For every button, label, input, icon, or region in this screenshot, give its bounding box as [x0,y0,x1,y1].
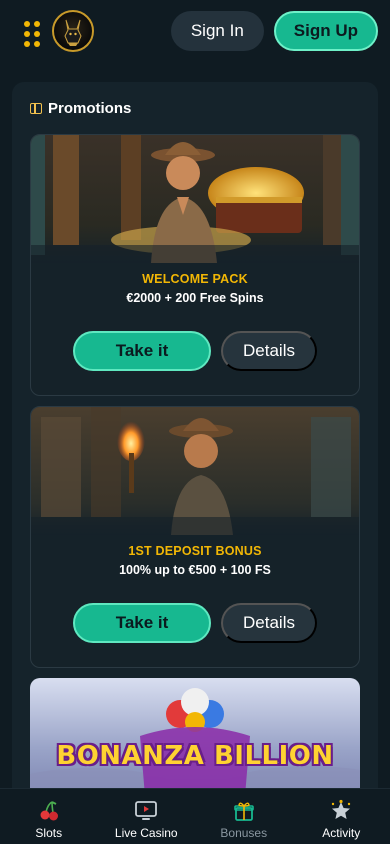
bonanza-billion-title: BONANZA BILLION [56,741,334,771]
cherries-icon [37,799,61,823]
bottom-navigation: Slots Live Casino Bonuses Activity [0,788,390,844]
details-button[interactable]: Details [221,331,317,371]
sign-in-button[interactable]: Sign In [170,11,264,51]
gift-box-icon [232,799,256,823]
gift-icon [30,103,42,114]
promo-card-bonanza[interactable]: BONANZA BILLION [30,678,360,802]
promotions-heading: Promotions [30,100,131,117]
sign-up-button[interactable]: Sign Up [273,11,378,51]
nav-item-activity[interactable]: Activity [293,789,390,844]
take-it-button[interactable]: Take it [73,331,211,371]
nav-item-slots[interactable]: Slots [0,789,98,844]
nav-item-bonuses[interactable]: Bonuses [195,789,293,844]
promo-image-explorer-torch [31,407,359,535]
promo-description: 100% up to €500 + 100 FS [119,563,271,577]
promo-description: €2000 + 200 Free Spins [126,291,264,305]
top-header: Sign In Sign Up [0,0,390,62]
take-it-button[interactable]: Take it [73,603,211,643]
menu-icon[interactable] [24,21,40,47]
promotions-title: Promotions [48,100,132,117]
details-button[interactable]: Details [221,603,317,643]
nav-label: Bonuses [220,826,268,840]
promo-image-explorer-treasure [31,135,359,263]
anubis-logo-icon [64,19,82,46]
tv-play-icon [134,799,158,823]
bonanza-billion-banner-image [30,678,360,802]
promo-label: 1ST DEPOSIT BONUS [128,544,262,558]
nav-label: Activity [322,826,361,840]
promo-label: WELCOME PACK [142,272,248,286]
nav-label: Live Casino [114,826,178,840]
logo[interactable] [52,10,94,52]
promo-card-first-deposit: 1ST DEPOSIT BONUS 100% up to €500 + 100 … [30,406,360,668]
nav-label: Slots [35,826,63,840]
promotions-panel: Promotions WELCOME PACK €2000 + 200 Free… [12,82,378,802]
nav-item-live-casino[interactable]: Live Casino [98,789,196,844]
promo-card-welcome: WELCOME PACK €2000 + 200 Free Spins Take… [30,134,360,396]
star-icon [329,799,353,823]
